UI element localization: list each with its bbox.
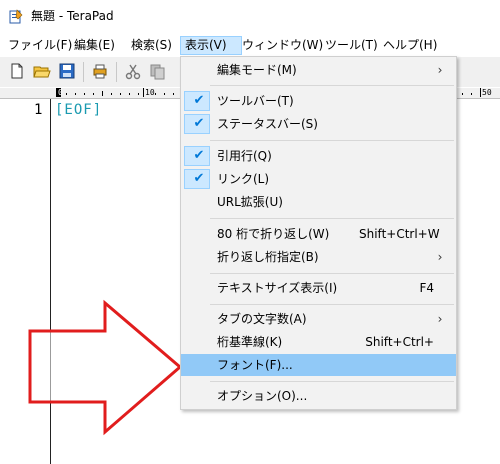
eof-marker: [EOF] — [55, 102, 103, 118]
submenu-chevron-icon: › — [437, 63, 443, 77]
menu-item-label: 編集モード(M) — [217, 63, 297, 77]
menu-item-wrap-80[interactable]: 80 桁で折り返し(W) Shift+Ctrl+W — [181, 223, 456, 245]
menu-item-column-guide[interactable]: 桁基準線(K) Shift+Ctrl+¥ — [181, 331, 456, 371]
menu-item-toolbar[interactable]: ✔ ツールバー(T) — [181, 90, 456, 112]
menu-separator — [210, 304, 454, 305]
copy-icon[interactable] — [149, 62, 167, 80]
menu-bar: ファイル(F) 編集(E) 検索(S) 表示(V) ウィンドウ(W) ツール(T… — [0, 34, 500, 56]
menu-item-label: リンク(L) — [217, 172, 270, 186]
menu-separator — [210, 273, 454, 274]
menu-separator — [210, 381, 454, 382]
open-folder-icon[interactable] — [33, 62, 51, 80]
submenu-chevron-icon: › — [437, 250, 443, 264]
menu-item-shortcut: F4 — [419, 281, 434, 295]
menu-item-link[interactable]: ✔ リンク(L) — [181, 168, 456, 190]
menu-item-quote-line[interactable]: ✔ 引用行(Q) — [181, 145, 456, 167]
new-file-icon[interactable] — [8, 62, 26, 80]
menu-item-url-extension[interactable]: URL拡張(U) — [181, 191, 456, 213]
menu-item-label: テキストサイズ表示(I) — [217, 281, 338, 295]
menu-item-label: オプション(O)... — [217, 389, 308, 403]
menu-tools[interactable]: ツール(T) — [325, 37, 378, 54]
checkmark-icon: ✔ — [193, 116, 205, 131]
menu-item-shortcut: Shift+Ctrl+W — [359, 227, 440, 241]
view-menu-dropdown: 編集モード(M) › ✔ ツールバー(T) ✔ ステータスバー(S) ✔ 引用行… — [180, 56, 457, 410]
menu-item-label: ツールバー(T) — [217, 94, 294, 108]
terapad-app-icon — [9, 9, 23, 24]
menu-item-font[interactable]: フォント(F)... — [181, 354, 456, 376]
ruler-mark-50: 50 — [482, 88, 492, 97]
menu-item-options[interactable]: オプション(O)... — [181, 385, 456, 407]
menu-item-label: タブの文字数(A) — [217, 312, 307, 326]
menu-item-label: フォント(F)... — [217, 358, 293, 372]
menu-item-text-size[interactable]: テキストサイズ表示(I) F4 — [181, 277, 456, 299]
menu-item-label: 引用行(Q) — [217, 149, 272, 163]
menu-item-label: ステータスバー(S) — [217, 117, 318, 131]
ruler-mark-0: 0 — [58, 88, 63, 97]
checkmark-icon: ✔ — [193, 148, 205, 163]
menu-file[interactable]: ファイル(F) — [8, 37, 72, 54]
save-icon[interactable] — [58, 62, 76, 80]
menu-item-label: URL拡張(U) — [217, 195, 283, 209]
ruler-mark-10: 10 — [145, 88, 155, 97]
menu-window[interactable]: ウィンドウ(W) — [242, 37, 323, 54]
line-number-gutter-divider — [50, 99, 51, 464]
menu-view[interactable]: 表示(V) — [180, 36, 242, 55]
menu-item-label: 折り返し桁指定(B) — [217, 250, 319, 264]
submenu-chevron-icon: › — [437, 312, 443, 326]
menu-separator — [210, 85, 454, 86]
toolbar-separator — [116, 62, 117, 82]
toolbar-separator — [83, 62, 84, 82]
line-number: 1 — [34, 102, 43, 118]
checkmark-icon: ✔ — [193, 171, 205, 186]
menu-search[interactable]: 検索(S) — [131, 37, 172, 54]
menu-separator — [210, 218, 454, 219]
print-icon[interactable] — [91, 62, 109, 80]
cut-icon[interactable] — [124, 62, 142, 80]
menu-item-label: 80 桁で折り返し(W) — [217, 227, 330, 241]
checkmark-icon: ✔ — [193, 93, 205, 108]
menu-help[interactable]: ヘルプ(H) — [383, 37, 437, 54]
menu-item-label: 桁基準線(K) — [217, 335, 283, 349]
window-title: 無題 - TeraPad — [31, 9, 114, 23]
title-bar: 無題 - TeraPad — [0, 0, 500, 32]
menu-item-statusbar[interactable]: ✔ ステータスバー(S) — [181, 113, 456, 135]
menu-item-tab-width[interactable]: タブの文字数(A) › — [181, 308, 456, 330]
menu-edit[interactable]: 編集(E) — [74, 37, 115, 54]
menu-separator — [210, 140, 454, 141]
menu-item-edit-mode[interactable]: 編集モード(M) › — [181, 59, 456, 81]
menu-item-wrap-column[interactable]: 折り返し桁指定(B) › — [181, 246, 456, 268]
